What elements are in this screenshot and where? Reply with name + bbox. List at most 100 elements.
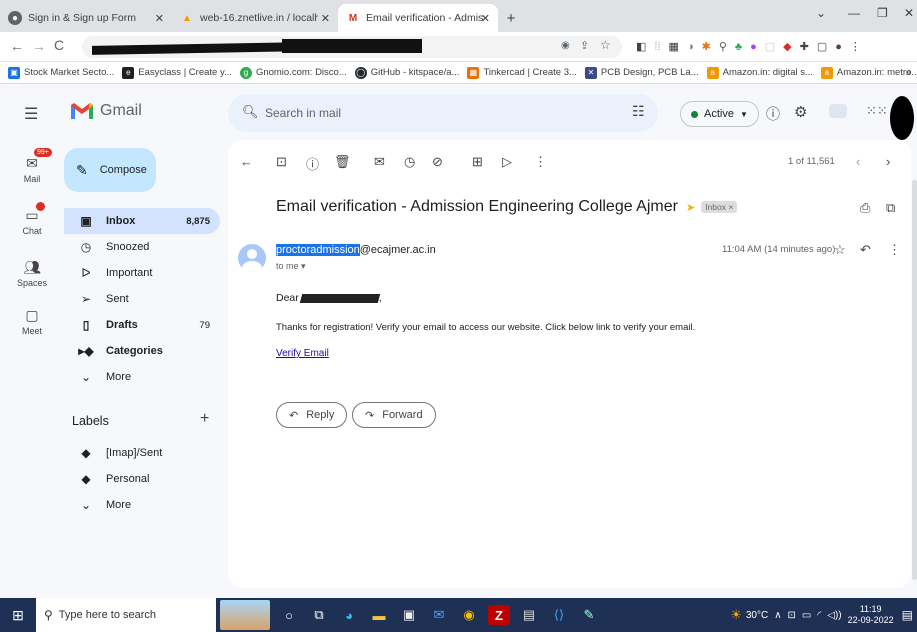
browser-tab-signin[interactable]: ● Sign in & Sign up Form ✕ (0, 4, 172, 32)
help-icon[interactable]: ⓘ (766, 104, 780, 124)
sidepanel-icon[interactable]: ▢ (817, 40, 827, 53)
close-icon[interactable]: ✕ (481, 12, 490, 25)
more-bookmarks-icon[interactable]: » (906, 67, 911, 78)
redacted-avatar[interactable] (890, 96, 914, 140)
extension-icon[interactable]: ◑ (687, 41, 694, 53)
rail-mail[interactable]: ✉ 99+ Mail (0, 148, 64, 184)
nav-item-more[interactable]: ⌄ More (64, 364, 220, 390)
task-view-icon[interactable]: ⧉ (308, 605, 330, 625)
back-to-inbox-icon[interactable]: ← (240, 154, 253, 169)
extension-icon[interactable]: ✱ (702, 40, 711, 53)
paint-icon[interactable]: ✎ (578, 605, 600, 625)
extension-icon[interactable]: ⁞⁞ (654, 41, 660, 53)
move-to-icon[interactable]: ⊞ (472, 154, 483, 170)
compose-button[interactable]: ✎ Compose (64, 148, 156, 192)
edge-icon[interactable]: ◕ (338, 605, 360, 625)
taskbar-search[interactable]: ⚲ Type here to search (36, 598, 216, 632)
newer-icon[interactable]: ‹ (856, 154, 860, 169)
label-item-imap-sent[interactable]: ◆ [Imap]/Sent (64, 440, 220, 466)
extensions-puzzle-icon[interactable]: ✚ (800, 40, 809, 53)
widget-image-icon[interactable] (220, 600, 270, 630)
store-icon[interactable]: ▣ (398, 605, 420, 625)
back-icon[interactable]: ← (10, 38, 24, 54)
search-options-icon[interactable]: ☷ (632, 103, 645, 120)
importance-marker-icon[interactable]: ➤ (686, 201, 695, 214)
tray-chevron-icon[interactable]: ∧ (774, 610, 781, 621)
label-as-icon[interactable]: ▷ (502, 154, 512, 170)
rail-chat[interactable]: ▭ Chat (0, 202, 64, 236)
inbox-label-chip[interactable]: Inbox × (701, 201, 738, 213)
browser-tab-email[interactable]: M Email verification - Admission En ✕ (338, 4, 498, 32)
extension-icon[interactable]: ▢ (765, 40, 775, 53)
reply-button[interactable]: ↶ Reply (276, 402, 348, 428)
extension-icon[interactable]: ● (750, 41, 757, 53)
bookmark-item[interactable]: a Amazon.in: metro... (820, 66, 917, 79)
reload-icon[interactable]: C (54, 37, 64, 53)
nav-item-sent[interactable]: ➢ Sent (64, 286, 220, 312)
reply-icon[interactable]: ↶ (860, 242, 871, 258)
bookmark-item[interactable]: ✕ PCB Design, PCB La... (584, 66, 699, 79)
bookmark-item[interactable]: ▦ Tinkercad | Create 3... (467, 66, 577, 79)
older-icon[interactable]: › (886, 154, 890, 169)
weather-icon[interactable]: ☀ (730, 607, 742, 623)
bookmark-item[interactable]: a Amazon.in: digital s... (706, 66, 813, 79)
network-icon[interactable]: ⊡ (788, 610, 796, 621)
star-icon[interactable]: ☆ (834, 242, 846, 258)
bookmark-item[interactable]: ◯ GitHub - kitspace/a... (354, 66, 459, 79)
clock[interactable]: 11:19 22-09-2022 (848, 604, 894, 626)
nav-item-snoozed[interactable]: ◷ Snoozed (64, 234, 220, 260)
report-spam-icon[interactable]: ⓘ (306, 154, 319, 173)
restore-icon[interactable]: ❐ (877, 6, 888, 20)
apps-grid-icon[interactable]: ⁙⁙ (866, 103, 888, 119)
bookmark-star-icon[interactable]: ☆ (600, 38, 611, 52)
share-icon[interactable]: ⇪ (580, 39, 589, 52)
chrome-icon[interactable]: ◉ (458, 605, 480, 625)
settings-gear-icon[interactable]: ⚙ (794, 103, 807, 121)
wifi-icon[interactable]: ◜ (817, 610, 821, 621)
forward-icon[interactable]: → (32, 38, 46, 54)
search-icon[interactable]: 🔍︎ (242, 104, 259, 120)
extension-icon[interactable]: ▦ (669, 40, 679, 53)
extension-icon[interactable]: ◧ (636, 40, 646, 53)
sender-avatar[interactable] (238, 244, 266, 272)
rail-meet[interactable]: ▢ Meet (0, 306, 64, 336)
tab-search-icon[interactable]: ⌄ (816, 6, 826, 20)
location-icon[interactable]: ◉ (561, 40, 570, 51)
create-label-icon[interactable]: + (200, 410, 209, 428)
status-dropdown[interactable]: Active ▼ (680, 101, 759, 127)
mail-app-icon[interactable]: ✉ (428, 605, 450, 625)
sender-address[interactable]: proctoradmission@ecajmer.ac.in (276, 244, 436, 256)
print-icon[interactable]: ⎙ (860, 200, 870, 216)
forward-button[interactable]: ↷ Forward (352, 402, 436, 428)
delete-icon[interactable]: 🗑︎ (334, 154, 351, 170)
bookmark-item[interactable]: ▣ Stock Market Secto... (8, 66, 114, 79)
add-task-icon[interactable]: ⊘ (432, 154, 443, 170)
nav-item-inbox[interactable]: ▣ Inbox 8,875 (64, 208, 220, 234)
open-new-window-icon[interactable]: ⧉ (886, 200, 895, 216)
browser-tab-phpmyadmin[interactable]: ▲ web-16.znetlive.in / localhost:33( ✕ (172, 4, 338, 32)
temperature-text[interactable]: 30°C (746, 610, 768, 621)
scrollbar-track[interactable] (912, 180, 917, 580)
verify-email-link[interactable]: Verify Email (276, 348, 329, 359)
extension-icon[interactable]: ◆ (783, 40, 791, 53)
extension-icon[interactable]: ♣ (735, 41, 742, 53)
battery-icon[interactable]: ▭ (802, 610, 811, 621)
label-item-personal[interactable]: ◆ Personal (64, 466, 220, 492)
search-input[interactable]: Search in mail (265, 106, 341, 120)
label-item-more[interactable]: ⌄ More (64, 492, 220, 518)
message-more-icon[interactable]: ⋮ (888, 242, 901, 258)
notepad-icon[interactable]: ▤ (518, 605, 540, 625)
profile-avatar[interactable]: ● (835, 41, 842, 53)
vscode-icon[interactable]: ⟨⟩ (548, 605, 570, 625)
nav-item-drafts[interactable]: ▯ Drafts 79 (64, 312, 220, 338)
close-icon[interactable]: ✕ (155, 12, 164, 25)
volume-icon[interactable]: ◁)) (827, 610, 841, 621)
notification-icon[interactable]: ▤ (902, 608, 913, 622)
new-tab-button[interactable]: + (498, 4, 524, 32)
search-bar[interactable]: 🔍︎ Search in mail ☷ (228, 94, 658, 132)
mark-unread-icon[interactable]: ✉ (374, 154, 385, 170)
file-explorer-icon[interactable]: ▬ (368, 605, 390, 625)
windows-start-icon[interactable]: ⊞ (0, 607, 36, 624)
address-bar[interactable] (82, 36, 622, 58)
rail-spaces[interactable]: 👥︎ Spaces (0, 258, 64, 288)
